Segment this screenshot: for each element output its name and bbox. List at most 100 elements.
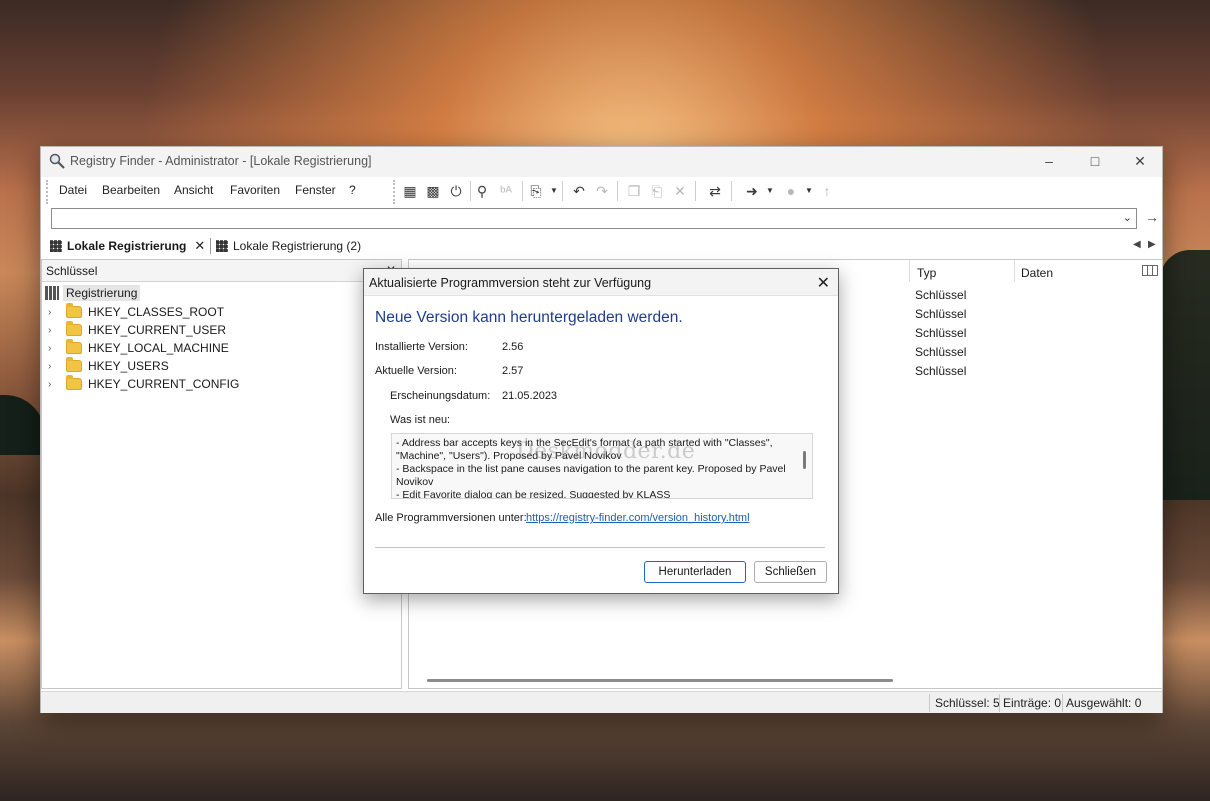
- column-divider: [909, 260, 910, 282]
- tab-scroll-right-icon[interactable]: ▶: [1148, 239, 1156, 250]
- refresh-icon[interactable]: ⇄: [706, 182, 724, 200]
- column-header-typ[interactable]: Typ: [911, 260, 942, 282]
- registry-tab-icon: [50, 240, 62, 252]
- tree-item-label: HKEY_CURRENT_USER: [88, 323, 227, 337]
- magnifier-app-icon: [49, 153, 65, 169]
- tree-item-hkcu[interactable]: › HKEY_CURRENT_USER: [48, 321, 226, 339]
- list-item-type[interactable]: Schlüssel: [915, 326, 966, 340]
- menu-help[interactable]: ?: [349, 183, 356, 197]
- notes-scrollbar[interactable]: [803, 451, 806, 469]
- export-icon[interactable]: ⎘: [527, 182, 545, 200]
- tree-item-hklm[interactable]: › HKEY_LOCAL_MACHINE: [48, 339, 229, 357]
- minimize-button[interactable]: –: [1026, 147, 1072, 177]
- toolbar-separator: [731, 181, 732, 201]
- power-icon[interactable]: ⏻: [447, 182, 465, 200]
- tree-item-label: HKEY_CLASSES_ROOT: [88, 305, 225, 319]
- background-shoreline: [0, 395, 45, 455]
- column-header-daten[interactable]: Daten: [1015, 260, 1059, 282]
- toolbar-grip: [393, 180, 395, 204]
- up-icon[interactable]: ↑: [818, 182, 836, 200]
- folder-icon: [66, 339, 82, 354]
- search-icon[interactable]: ⚲: [473, 182, 491, 200]
- close-window-button[interactable]: ✕: [1117, 147, 1163, 177]
- list-item-type[interactable]: Schlüssel: [915, 345, 966, 359]
- tab-label: Lokale Registrierung: [67, 239, 187, 253]
- go-arrow-icon[interactable]: →: [1145, 209, 1159, 225]
- close-tab-icon[interactable]: ✕: [194, 238, 205, 254]
- list-item-type[interactable]: Schlüssel: [915, 288, 966, 302]
- tree-item-hkcc[interactable]: › HKEY_CURRENT_CONFIG: [48, 375, 239, 393]
- download-button[interactable]: Herunterladen: [644, 561, 746, 583]
- expand-chevron-icon[interactable]: ›: [48, 343, 60, 354]
- tab-label: Lokale Registrierung (2): [233, 239, 362, 253]
- column-chooser-icon[interactable]: [1142, 265, 1158, 276]
- expand-chevron-icon[interactable]: ›: [48, 361, 60, 372]
- tab-divider: [210, 238, 211, 254]
- tree-item-label: HKEY_USERS: [88, 359, 169, 373]
- copy-icon[interactable]: ❐: [625, 182, 643, 200]
- pane-header: Schlüssel ✕: [42, 260, 401, 282]
- title-bar: Registry Finder - Administrator - [Lokal…: [41, 147, 1162, 177]
- toolbar-separator: [617, 181, 618, 201]
- registry-icon[interactable]: ▩: [424, 182, 442, 200]
- undo-icon[interactable]: ↶: [570, 182, 588, 200]
- tree-item-hkcr[interactable]: › HKEY_CLASSES_ROOT: [48, 303, 224, 321]
- chevron-down-icon[interactable]: ⌄: [1123, 211, 1132, 224]
- close-icon[interactable]: ✕: [817, 273, 830, 293]
- export-dropdown-icon[interactable]: ▼: [550, 186, 558, 195]
- current-version-label: Aktuelle Version:: [375, 365, 457, 377]
- registry-root-icon: [45, 286, 59, 300]
- background-treeline: [1160, 250, 1210, 500]
- folder-icon: [66, 357, 82, 372]
- expand-chevron-icon[interactable]: ›: [48, 379, 60, 390]
- menu-datei[interactable]: Datei: [59, 183, 87, 197]
- menu-fenster[interactable]: Fenster: [295, 183, 336, 197]
- installed-version-value: 2.56: [502, 341, 524, 353]
- forward-dropdown-icon[interactable]: ▼: [805, 186, 813, 195]
- paste-icon[interactable]: ⎗: [648, 182, 666, 200]
- dialog-heading: Neue Version kann heruntergeladen werden…: [375, 309, 683, 326]
- delete-icon[interactable]: ✕: [671, 182, 689, 200]
- whats-new-label: Was ist neu:: [390, 414, 451, 426]
- back-dropdown-icon[interactable]: ▼: [766, 186, 774, 195]
- tree-item-label: HKEY_CURRENT_CONFIG: [88, 377, 240, 391]
- address-bar[interactable]: ⌄: [51, 208, 1137, 229]
- registry-tab-icon: [216, 240, 228, 252]
- menu-favoriten[interactable]: Favoriten: [230, 183, 280, 197]
- close-button[interactable]: Schließen: [754, 561, 827, 583]
- tab-lokale-registrierung-2[interactable]: Lokale Registrierung (2): [216, 235, 361, 257]
- current-version-value: 2.57: [502, 365, 524, 377]
- redo-icon[interactable]: ↷: [593, 182, 611, 200]
- forward-icon[interactable]: ●: [782, 182, 800, 200]
- expand-chevron-icon[interactable]: ›: [48, 325, 60, 336]
- horizontal-scrollbar[interactable]: [427, 679, 893, 682]
- all-versions-label: Alle Programmversionen unter:: [375, 512, 527, 524]
- menu-bearbeiten[interactable]: Bearbeiten: [102, 183, 160, 197]
- dialog-title: Aktualisierte Programmversion steht zur …: [369, 276, 652, 290]
- status-keys: Schlüssel: 5: [935, 696, 1000, 710]
- list-item-type[interactable]: Schlüssel: [915, 307, 966, 321]
- window-title: Registry Finder - Administrator - [Lokal…: [70, 154, 372, 168]
- expand-chevron-icon[interactable]: ›: [48, 307, 60, 318]
- dialog-divider: [375, 547, 825, 548]
- back-icon[interactable]: ➜: [743, 182, 761, 200]
- list-item-type[interactable]: Schlüssel: [915, 364, 966, 378]
- status-selected: Ausgewählt: 0: [1066, 696, 1142, 710]
- folder-icon: [66, 375, 82, 390]
- tab-scroll-left-icon[interactable]: ◀: [1133, 239, 1141, 250]
- status-divider: [929, 694, 930, 712]
- tree-item-label: HKEY_LOCAL_MACHINE: [88, 341, 229, 355]
- new-tab-icon[interactable]: ▦: [401, 182, 419, 200]
- release-date-value: 21.05.2023: [502, 390, 558, 402]
- replace-icon[interactable]: ᵇᴬ: [497, 182, 515, 200]
- tab-lokale-registrierung[interactable]: Lokale Registrierung ✕: [50, 235, 205, 257]
- release-date-label: Erscheinungsdatum:: [390, 390, 491, 402]
- tree-root[interactable]: Registrierung: [45, 284, 141, 302]
- menu-ansicht[interactable]: Ansicht: [174, 183, 213, 197]
- tab-strip: Lokale Registrierung ✕ Lokale Registrier…: [41, 235, 1162, 257]
- version-history-link[interactable]: https://registry-finder.com/version_hist…: [526, 512, 750, 524]
- menu-grip: [46, 180, 48, 204]
- maximize-button[interactable]: □: [1072, 147, 1118, 177]
- tree-item-hku[interactable]: › HKEY_USERS: [48, 357, 169, 375]
- toolbar-separator: [695, 181, 696, 201]
